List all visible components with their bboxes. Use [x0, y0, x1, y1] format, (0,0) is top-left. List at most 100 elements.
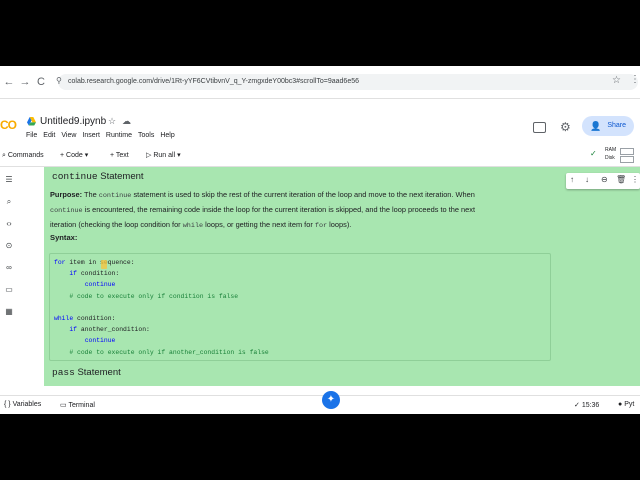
bookmark-star-icon[interactable]: ☆	[612, 75, 621, 86]
inline-code: while	[182, 222, 204, 230]
code-line: # code to execute only if condition is f…	[54, 291, 269, 302]
share-button[interactable]: 👤 Share	[582, 116, 634, 136]
move-up-icon[interactable]: ↑	[570, 175, 574, 184]
site-info-icon[interactable]: ⚲	[56, 76, 62, 85]
secrets-key-icon[interactable]: ⊙	[3, 241, 15, 250]
code-keyword: continue	[84, 281, 116, 289]
code-keyword: if	[69, 326, 78, 334]
edit-cell-icon[interactable]: ⊖	[601, 175, 608, 184]
code-line: if condition:	[69, 270, 120, 278]
connected-check-icon: ✓	[590, 149, 597, 158]
variables-button[interactable]: { } Variables	[4, 401, 41, 408]
back-icon[interactable]: ←	[2, 75, 16, 89]
resource-monitor[interactable]: RAM Disk	[605, 146, 616, 162]
heading-text: Statement	[74, 367, 121, 378]
search-icon[interactable]: ⌕	[3, 197, 15, 207]
text-span: loops).	[327, 220, 352, 229]
chevron-down-icon: ▾	[84, 152, 89, 159]
code-snippets-icon[interactable]: ‹›	[3, 219, 15, 228]
terminal-button[interactable]: ▭ Terminal	[60, 401, 95, 409]
execution-time[interactable]: ✓ 15:36	[574, 401, 599, 409]
table-of-contents-icon[interactable]: ☰	[3, 175, 15, 184]
time-label: 15:36	[581, 402, 600, 409]
text-span: is encountered, the remaining code insid…	[82, 205, 476, 214]
add-code-button[interactable]: + Code ▾	[60, 150, 88, 162]
markdown-cell[interactable]: ↑ ↓ ⊖ 🗑 ⋮ continue Statement Purpose: Th…	[44, 167, 640, 386]
folder-icon[interactable]: ▭	[3, 285, 15, 294]
move-down-icon[interactable]: ↓	[585, 175, 589, 184]
code-line: if another_condition:	[69, 326, 150, 334]
gemini-sparkle-button[interactable]: ✦	[322, 391, 340, 409]
text-span: iteration (checking the loop condition f…	[50, 220, 183, 229]
disk-label: Disk	[605, 155, 615, 161]
commands-label: Commands	[7, 152, 44, 159]
notebook-toolbar: ⌕ Commands + Code ▾ + Text ▷ Run all ▾	[0, 146, 640, 167]
more-options-icon[interactable]: ⋮	[631, 175, 639, 184]
left-sidebar: ☰ ⌕ ‹› ⊙ ∞ ▭ ▦	[0, 167, 17, 385]
notebook-title[interactable]: Untitled9.ipynb	[40, 116, 106, 127]
ram-label: RAM	[605, 147, 617, 153]
delete-icon[interactable]: 🗑	[616, 175, 626, 184]
add-code-label: + Code	[60, 152, 83, 159]
menu-view[interactable]: View	[61, 132, 76, 139]
code-keyword: continue	[84, 337, 116, 345]
menu-file[interactable]: File	[26, 132, 37, 139]
menu-bar: File Edit View Insert Runtime Tools Help	[26, 132, 181, 139]
sparkle-icon: ✦	[326, 394, 336, 405]
menu-tools[interactable]: Tools	[138, 132, 154, 139]
code-keyword: if	[69, 270, 78, 278]
share-people-icon: 👤	[590, 121, 602, 131]
cell-toolbar: ↑ ↓ ⊖ 🗑 ⋮	[566, 173, 640, 189]
code-block: for item in sequence: if condition: cont…	[49, 253, 551, 361]
code-line: continue	[54, 335, 269, 346]
code-line: for item in sequence:	[54, 259, 135, 266]
menu-edit[interactable]: Edit	[43, 132, 55, 139]
purpose-paragraph: Purpose: The continue statement is used …	[50, 188, 538, 233]
browser-address-bar: ← → C ⚲ colab.research.google.com/drive/…	[0, 66, 640, 99]
code-line: continue	[54, 279, 269, 290]
gear-icon[interactable]: ⚙	[560, 120, 571, 134]
share-label: Share	[607, 122, 626, 129]
commands-button[interactable]: ⌕ Commands	[2, 150, 44, 162]
mouse-cursor-highlight	[101, 260, 107, 269]
status-bar: { } Variables ▭ Terminal ✓ 15:36 ● Pyt	[0, 395, 640, 414]
text-span: The	[82, 190, 99, 199]
comment-icon[interactable]	[533, 122, 546, 133]
add-text-button[interactable]: + Text	[110, 150, 129, 162]
variables-icon[interactable]: ∞	[3, 263, 15, 272]
inline-code: continue	[98, 192, 132, 200]
menu-runtime[interactable]: Runtime	[106, 132, 132, 139]
star-icon[interactable]: ☆	[108, 116, 116, 127]
heading-keyword: continue	[52, 171, 98, 182]
menu-help[interactable]: Help	[160, 132, 174, 139]
run-all-button[interactable]: ▷ Run all ▾	[146, 150, 181, 162]
code-comment: # code to execute only if another_condit…	[69, 348, 269, 356]
url-text: colab.research.google.com/drive/1Rt-yYF6…	[68, 78, 359, 85]
browser-menu-icon[interactable]: ⋮	[630, 74, 640, 85]
forward-icon[interactable]: →	[18, 75, 32, 89]
code-keyword: for	[54, 259, 66, 266]
text-span: loops, or getting the next item for	[203, 220, 315, 229]
cloud-saved-icon[interactable]: ☁	[122, 116, 131, 127]
chevron-down-icon: ▾	[177, 152, 181, 159]
google-drive-icon	[27, 117, 36, 126]
code-comment: # code to execute only if condition is f…	[69, 292, 239, 300]
menu-insert[interactable]: Insert	[82, 132, 100, 139]
check-icon: ✓	[574, 402, 582, 409]
colab-logo[interactable]: CO	[0, 118, 17, 132]
code-line: # code to execute only if another_condit…	[54, 347, 269, 358]
runtime-status[interactable]: ● Pyt	[618, 401, 634, 408]
inline-code: for	[314, 222, 328, 230]
code-keyword: while	[54, 315, 74, 323]
reload-icon[interactable]: C	[34, 75, 48, 89]
url-field[interactable]: ⚲ colab.research.google.com/drive/1Rt-yY…	[56, 74, 638, 90]
code-line: while condition:	[54, 315, 116, 323]
heading-keyword: pass	[52, 367, 75, 378]
terminal-grid-icon[interactable]: ▦	[3, 307, 15, 316]
ram-usage-bar	[620, 148, 634, 155]
purpose-label: Purpose:	[50, 190, 83, 199]
text-span: statement is used to skip the rest of th…	[131, 190, 475, 199]
disk-usage-bar	[620, 156, 634, 163]
inline-code: continue	[50, 207, 83, 215]
